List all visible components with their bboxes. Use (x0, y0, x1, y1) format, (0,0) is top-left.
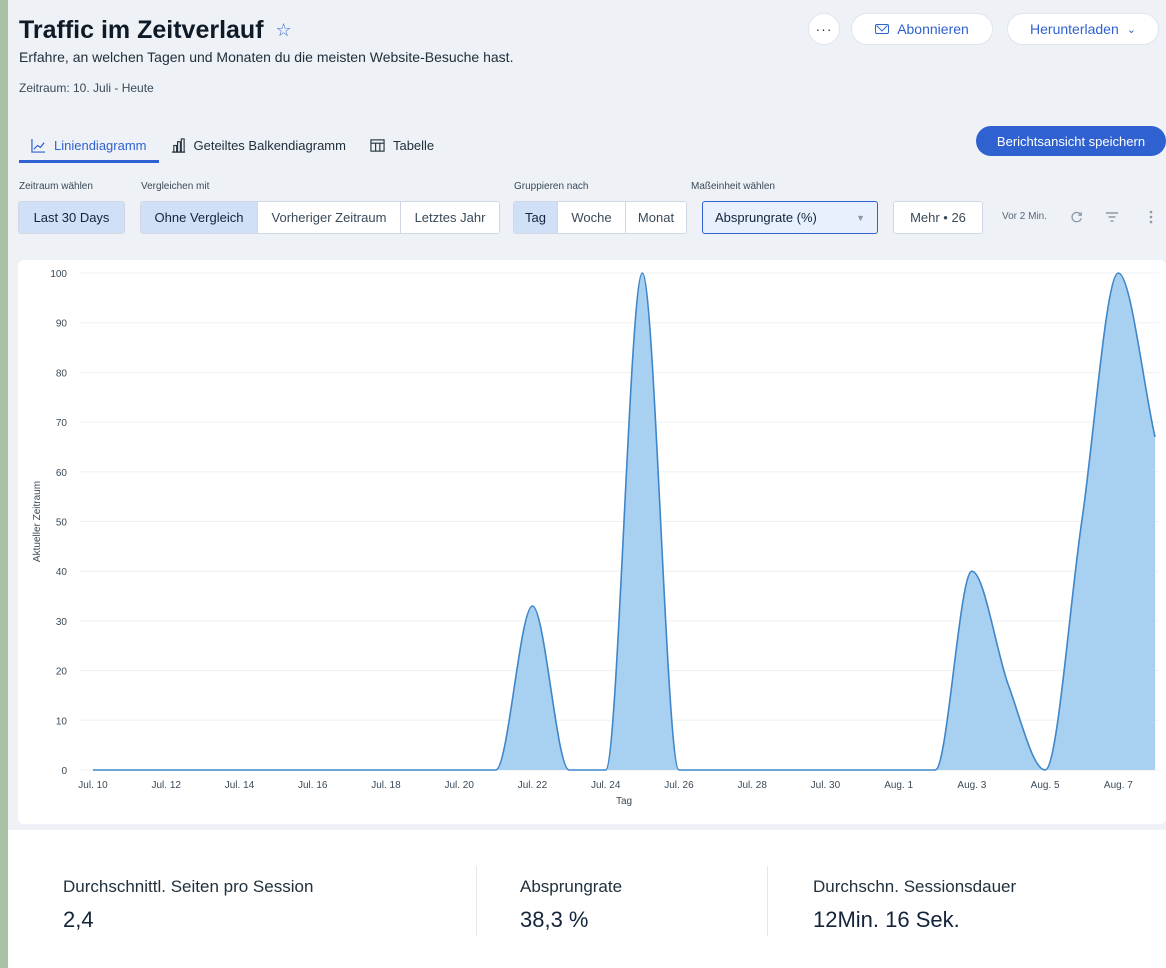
stat-label: Durchschn. Sessionsdauer (813, 877, 1017, 896)
stat-session-duration: Durchschn. Sessionsdauer 12Min. 16 Sek. (813, 877, 1016, 933)
compare-segmented-control: Ohne Vergleich Vorheriger Zeitraum Letzt… (140, 201, 500, 234)
subscribe-label: Abonnieren (897, 21, 969, 37)
x-tick-label: Aug. 5 (1031, 780, 1060, 791)
x-tick-label: Jul. 16 (298, 780, 328, 791)
y-tick-label: 90 (56, 319, 68, 330)
chevron-down-icon: ⌄ (1126, 23, 1136, 36)
tab-line-chart[interactable]: Liniendiagramm (19, 128, 159, 163)
period-select-value[interactable]: Last 30 Days (19, 202, 124, 233)
tab-split-bar-chart[interactable]: Geteiltes Balkendiagramm (159, 128, 358, 162)
y-tick-label: 80 (56, 368, 68, 379)
subscribe-button[interactable]: Abonnieren (851, 13, 993, 45)
page-title-text: Traffic im Zeitverlauf (19, 16, 264, 44)
download-button[interactable]: Herunterladen ⌄ (1007, 13, 1159, 45)
stat-divider (767, 866, 768, 936)
x-tick-label: Jul. 30 (811, 780, 841, 791)
y-tick-label: 20 (56, 667, 68, 678)
kebab-menu-icon[interactable] (1141, 207, 1161, 227)
y-tick-label: 60 (56, 468, 68, 479)
summary-stats: Durchschnittl. Seiten pro Session 2,4 Ab… (8, 830, 1166, 968)
y-tick-label: 100 (50, 269, 67, 280)
period-filter-label: Zeitraum wählen (19, 181, 93, 192)
x-tick-label: Jul. 28 (737, 780, 767, 791)
stat-value: 2,4 (63, 907, 94, 932)
more-options-button[interactable]: ··· (808, 13, 840, 45)
star-icon[interactable]: ☆ (276, 20, 292, 41)
group-option-day[interactable]: Tag (514, 202, 558, 233)
tab-label: Tabelle (392, 137, 435, 153)
stat-pages-per-session: Durchschnittl. Seiten pro Session 2,4 (63, 877, 313, 933)
mail-icon (875, 24, 890, 34)
save-report-view-button[interactable]: Berichtsansicht speichern (976, 126, 1166, 156)
stat-divider (476, 866, 477, 936)
x-tick-label: Jul. 22 (518, 780, 548, 791)
last-updated-text: Vor 2 Min. (1002, 211, 1048, 222)
x-tick-label: Jul. 14 (225, 780, 255, 791)
download-label: Herunterladen (1030, 21, 1119, 37)
filter-icon[interactable] (1102, 207, 1122, 227)
bar-chart-icon (171, 137, 185, 153)
x-tick-label: Jul. 18 (371, 780, 401, 791)
y-tick-label: 70 (56, 418, 68, 429)
x-tick-label: Jul. 10 (78, 780, 108, 791)
caret-down-icon: ▼ (856, 212, 865, 223)
line-chart-icon (31, 138, 46, 153)
metric-select-value: Absprungrate (%) (715, 210, 817, 225)
x-tick-label: Aug. 3 (957, 780, 986, 791)
area-chart: 0 10 20 30 40 50 60 70 80 90 100 Jul. 10 Jul. 12 Jul.… (32, 269, 1159, 807)
y-axis-label: Aktueller Zeitraum (32, 481, 43, 562)
report-page: Traffic im Zeitverlauf ☆ Erfahre, an wel… (8, 0, 1166, 968)
table-icon (370, 138, 385, 152)
refresh-icon[interactable] (1066, 207, 1086, 227)
compare-option-previous[interactable]: Vorheriger Zeitraum (258, 202, 401, 233)
chart-card: 0 10 20 30 40 50 60 70 80 90 100 Jul. 10 Jul. 12 Jul.… (18, 260, 1166, 824)
tab-table[interactable]: Tabelle (358, 128, 446, 162)
y-tick-label: 10 (56, 716, 68, 727)
group-option-week[interactable]: Woche (558, 202, 626, 233)
page-title: Traffic im Zeitverlauf ☆ (19, 16, 292, 45)
group-filter-label: Gruppieren nach (514, 181, 589, 192)
tab-label: Liniendiagramm (54, 137, 147, 153)
metric-select[interactable]: Absprungrate (%) ▼ (702, 201, 878, 234)
chart-type-tabs: Liniendiagramm Geteiltes Balkendiagramm … (19, 128, 446, 163)
stat-value: 12Min. 16 Sek. (813, 907, 960, 932)
tab-label: Geteiltes Balkendiagramm (193, 137, 346, 153)
y-tick-label: 50 (56, 518, 68, 529)
x-tick-label: Jul. 26 (664, 780, 694, 791)
y-tick-label: 30 (56, 617, 68, 628)
compare-option-last-year[interactable]: Letztes Jahr (401, 202, 499, 233)
period-text: Zeitraum: 10. Juli - Heute (19, 81, 154, 95)
page-subtitle: Erfahre, an welchen Tagen und Monaten du… (19, 49, 514, 65)
y-tick-label: 40 (56, 567, 68, 578)
stat-value: 38,3 % (520, 907, 589, 932)
x-axis-label: Tag (616, 796, 632, 807)
group-option-month[interactable]: Monat (626, 202, 686, 233)
x-tick-label: Jul. 20 (444, 780, 474, 791)
x-tick-label: Aug. 1 (884, 780, 913, 791)
group-segmented-control: Tag Woche Monat (513, 201, 687, 234)
y-tick-label: 0 (61, 766, 67, 777)
x-tick-label: Jul. 24 (591, 780, 621, 791)
period-select[interactable]: Last 30 Days (18, 201, 125, 234)
x-tick-label: Jul. 12 (152, 780, 182, 791)
compare-option-none[interactable]: Ohne Vergleich (141, 202, 258, 233)
more-filters-button[interactable]: Mehr • 26 (893, 201, 983, 234)
metric-filter-label: Maßeinheit wählen (691, 181, 775, 192)
stat-label: Absprungrate (520, 877, 623, 896)
x-tick-label: Aug. 7 (1104, 780, 1133, 791)
stat-bounce-rate: Absprungrate 38,3 % (520, 877, 622, 933)
stat-label: Durchschnittl. Seiten pro Session (63, 877, 314, 896)
compare-filter-label: Vergleichen mit (141, 181, 210, 192)
